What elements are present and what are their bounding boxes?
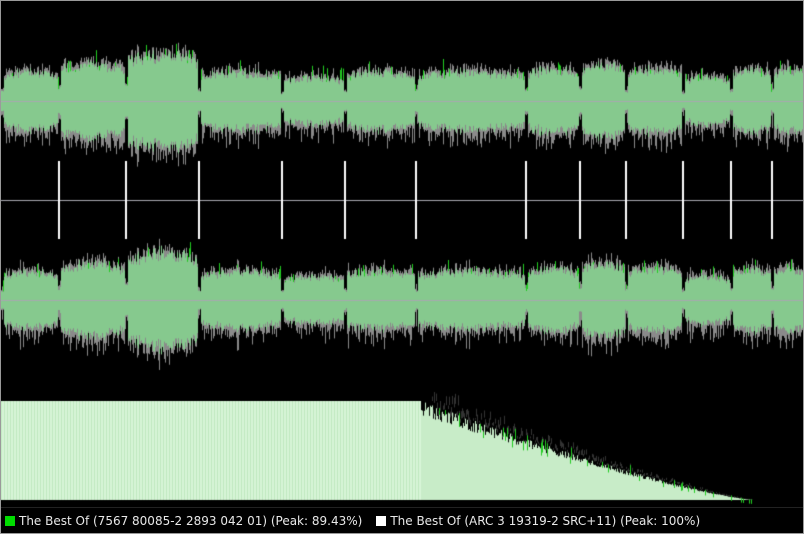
waveform-canvas[interactable] (1, 1, 803, 507)
legend-bar: The Best Of (7567 80085-2 2893 042 01) (… (1, 507, 803, 533)
green-swatch-icon (5, 515, 15, 526)
legend-entry-green: The Best Of (7567 80085-2 2893 042 01) (… (5, 514, 362, 528)
waveform-comparison-window: The Best Of (7567 80085-2 2893 042 01) (… (0, 0, 804, 534)
legend-entry-white: The Best Of (ARC 3 19319-2 SRC+11) (Peak… (376, 514, 700, 528)
legend-label-green: The Best Of (7567 80085-2 2893 042 01) (… (19, 513, 363, 528)
white-swatch-icon (376, 515, 387, 526)
legend-label-white: The Best Of (ARC 3 19319-2 SRC+11) (Peak… (390, 513, 701, 528)
